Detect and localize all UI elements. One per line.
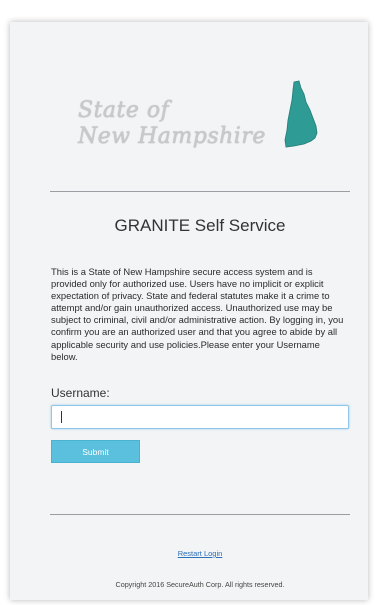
state-logo: State of New Hampshire (50, 70, 318, 160)
bottom-divider (50, 514, 350, 515)
logo-line-2: New Hampshire (78, 124, 266, 149)
logo-line-1: State of (78, 98, 170, 123)
page-title: GRANITE Self Service (114, 216, 286, 235)
username-input[interactable] (51, 405, 349, 429)
security-notice: This is a State of New Hampshire secure … (51, 266, 344, 362)
restart-login-link[interactable]: Restart Login (50, 549, 350, 558)
logo-wordmark: State of New Hampshire (78, 98, 266, 150)
submit-button[interactable]: Submit (51, 440, 140, 463)
copyright-text: Copyright 2016 SecureAuth Corp. All righ… (115, 580, 285, 589)
top-divider (50, 191, 350, 192)
new-hampshire-state-shape-icon (284, 80, 318, 148)
text-caret (61, 411, 62, 423)
username-label: Username: (51, 386, 110, 400)
